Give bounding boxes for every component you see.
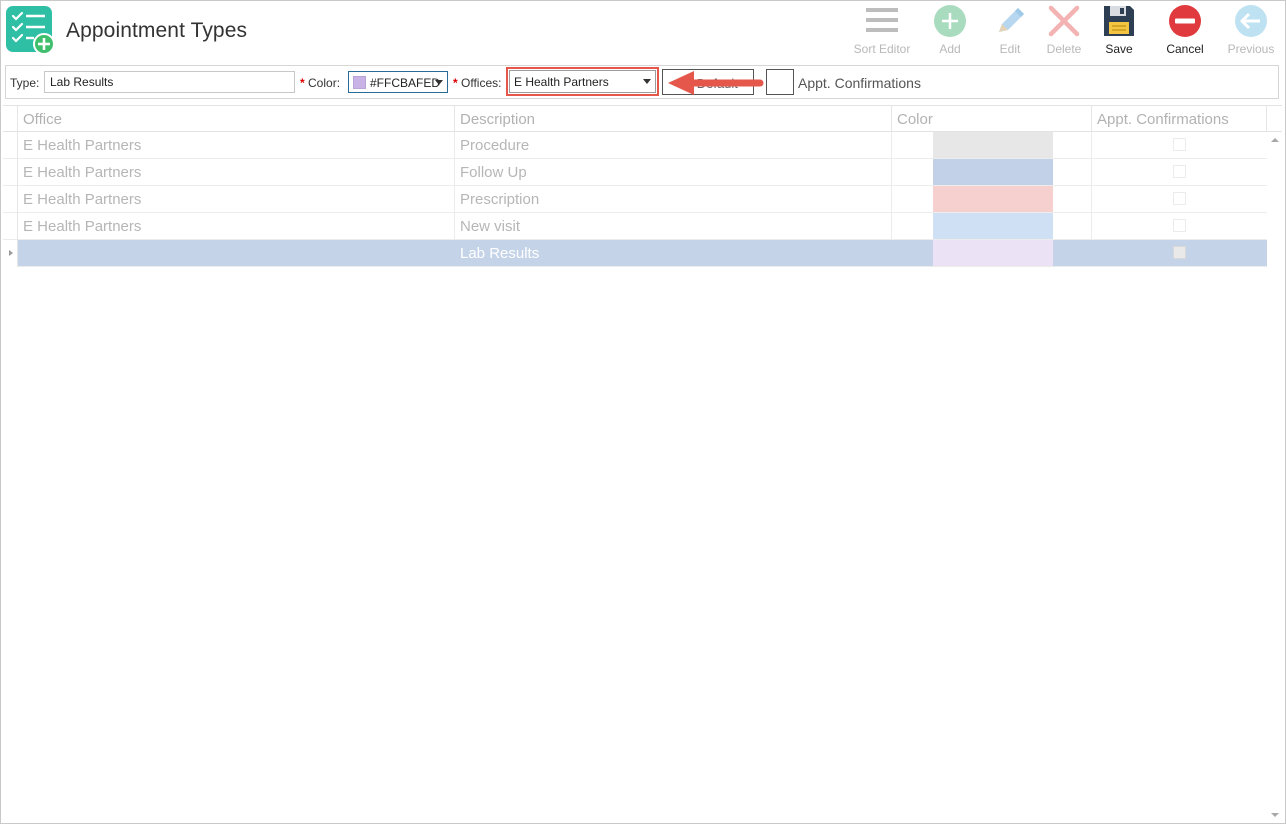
- appointment-types-grid: Office Description Color Appt. Confirmat…: [3, 105, 1282, 821]
- floppy-disk-icon: [1104, 6, 1134, 36]
- office-cell: E Health Partners: [18, 213, 455, 239]
- table-row-selected[interactable]: Lab Results: [3, 240, 1267, 267]
- office-cell: E Health Partners: [18, 132, 455, 158]
- hamburger-icon: [866, 8, 898, 32]
- description-cell: Lab Results: [460, 245, 540, 262]
- row-indicator: [3, 159, 18, 186]
- cancel-button[interactable]: Cancel: [1163, 4, 1207, 58]
- column-header-appt-confirmations[interactable]: Appt. Confirmations: [1092, 106, 1267, 132]
- color-swatch: [933, 159, 1053, 185]
- chevron-down-icon: [435, 80, 443, 85]
- chevron-down-icon: [643, 79, 651, 84]
- appt-confirmations-checkbox[interactable]: [766, 69, 794, 95]
- close-x-icon: [1048, 5, 1080, 37]
- color-cell: [892, 213, 1092, 239]
- appt-confirmation-checkbox[interactable]: [1173, 219, 1186, 232]
- delete-button[interactable]: Delete: [1042, 4, 1086, 58]
- description-cell: Prescription: [455, 186, 892, 212]
- table-row[interactable]: E Health Partners Follow Up: [3, 159, 1267, 186]
- color-cell: [892, 186, 1092, 212]
- add-label: Add: [939, 42, 961, 56]
- appt-confirmation-checkbox[interactable]: [1173, 138, 1186, 151]
- color-swatch: [933, 186, 1053, 212]
- arrow-left-circle-icon: [1235, 5, 1267, 37]
- description-cell: Procedure: [455, 132, 892, 158]
- description-cell: Follow Up: [455, 159, 892, 185]
- edit-button[interactable]: Edit: [990, 4, 1030, 58]
- column-header-color[interactable]: Color: [892, 106, 1092, 132]
- table-row[interactable]: E Health Partners Prescription: [3, 186, 1267, 213]
- appt-confirmations-label: Appt. Confirmations: [798, 75, 921, 91]
- row-indicator: [3, 213, 18, 240]
- current-row-caret-icon: [9, 250, 13, 256]
- edit-label: Edit: [999, 42, 1021, 56]
- type-input[interactable]: [44, 71, 295, 93]
- row-indicator: [3, 240, 18, 267]
- offices-label: Offices:: [461, 76, 502, 90]
- plus-circle-icon: [934, 5, 966, 37]
- scroll-down-icon[interactable]: [1271, 813, 1279, 817]
- office-cell: E Health Partners: [18, 159, 455, 185]
- color-label: Color:: [308, 76, 341, 90]
- description-cell: New visit: [455, 213, 892, 239]
- table-row[interactable]: E Health Partners Procedure: [3, 132, 1267, 159]
- type-label: Type:: [10, 76, 40, 90]
- vertical-scrollbar[interactable]: [1268, 132, 1282, 821]
- previous-label: Previous: [1227, 42, 1275, 56]
- minus-circle-icon: [1169, 5, 1201, 37]
- color-cell: [892, 132, 1092, 158]
- color-dropdown[interactable]: #FFCBAFED: [348, 71, 448, 93]
- required-marker: *: [300, 76, 305, 90]
- color-swatch: [933, 240, 1053, 266]
- offices-dropdown[interactable]: E Health Partners: [509, 70, 656, 93]
- delete-label: Delete: [1046, 42, 1082, 56]
- color-cell: [892, 159, 1092, 185]
- color-label-wrap: * Color:: [300, 76, 340, 90]
- appt-confirmation-checkbox[interactable]: [1173, 246, 1186, 259]
- offices-label-wrap: * Offices:: [453, 76, 501, 90]
- color-value: #FFCBAFED: [370, 76, 441, 90]
- office-cell: [18, 240, 455, 266]
- color-swatch: [353, 76, 366, 89]
- sort-editor-label: Sort Editor: [853, 42, 911, 56]
- save-label: Save: [1105, 42, 1133, 56]
- color-swatch: [933, 132, 1053, 158]
- scroll-up-icon[interactable]: [1271, 138, 1279, 142]
- color-swatch: [933, 213, 1053, 239]
- sort-editor-button[interactable]: Sort Editor: [852, 4, 912, 58]
- save-button[interactable]: Save: [1099, 4, 1139, 58]
- color-cell: [892, 240, 1092, 266]
- appt-confirmation-checkbox[interactable]: [1173, 192, 1186, 205]
- add-button[interactable]: Add: [930, 4, 970, 58]
- annotation-arrow-icon: [668, 71, 764, 95]
- offices-value: E Health Partners: [514, 75, 609, 89]
- edit-form-bar: Type: * Color: #FFCBAFED * Offices: E He…: [5, 65, 1279, 99]
- column-header-office[interactable]: Office: [18, 106, 455, 132]
- toolbar: Sort Editor Add Edit Delete Save Cancel …: [0, 4, 1286, 60]
- pencil-icon: [999, 8, 1024, 32]
- row-indicator: [3, 186, 18, 213]
- appt-confirmation-checkbox[interactable]: [1173, 165, 1186, 178]
- grid-header: Office Description Color Appt. Confirmat…: [3, 105, 1282, 132]
- required-marker: *: [453, 76, 458, 90]
- table-row[interactable]: E Health Partners New visit: [3, 213, 1267, 240]
- previous-button[interactable]: Previous: [1226, 4, 1276, 58]
- row-indicator: [3, 132, 18, 159]
- cancel-label: Cancel: [1166, 42, 1204, 56]
- row-indicator-header: [3, 106, 18, 132]
- column-header-description[interactable]: Description: [455, 106, 892, 132]
- office-cell: E Health Partners: [18, 186, 455, 212]
